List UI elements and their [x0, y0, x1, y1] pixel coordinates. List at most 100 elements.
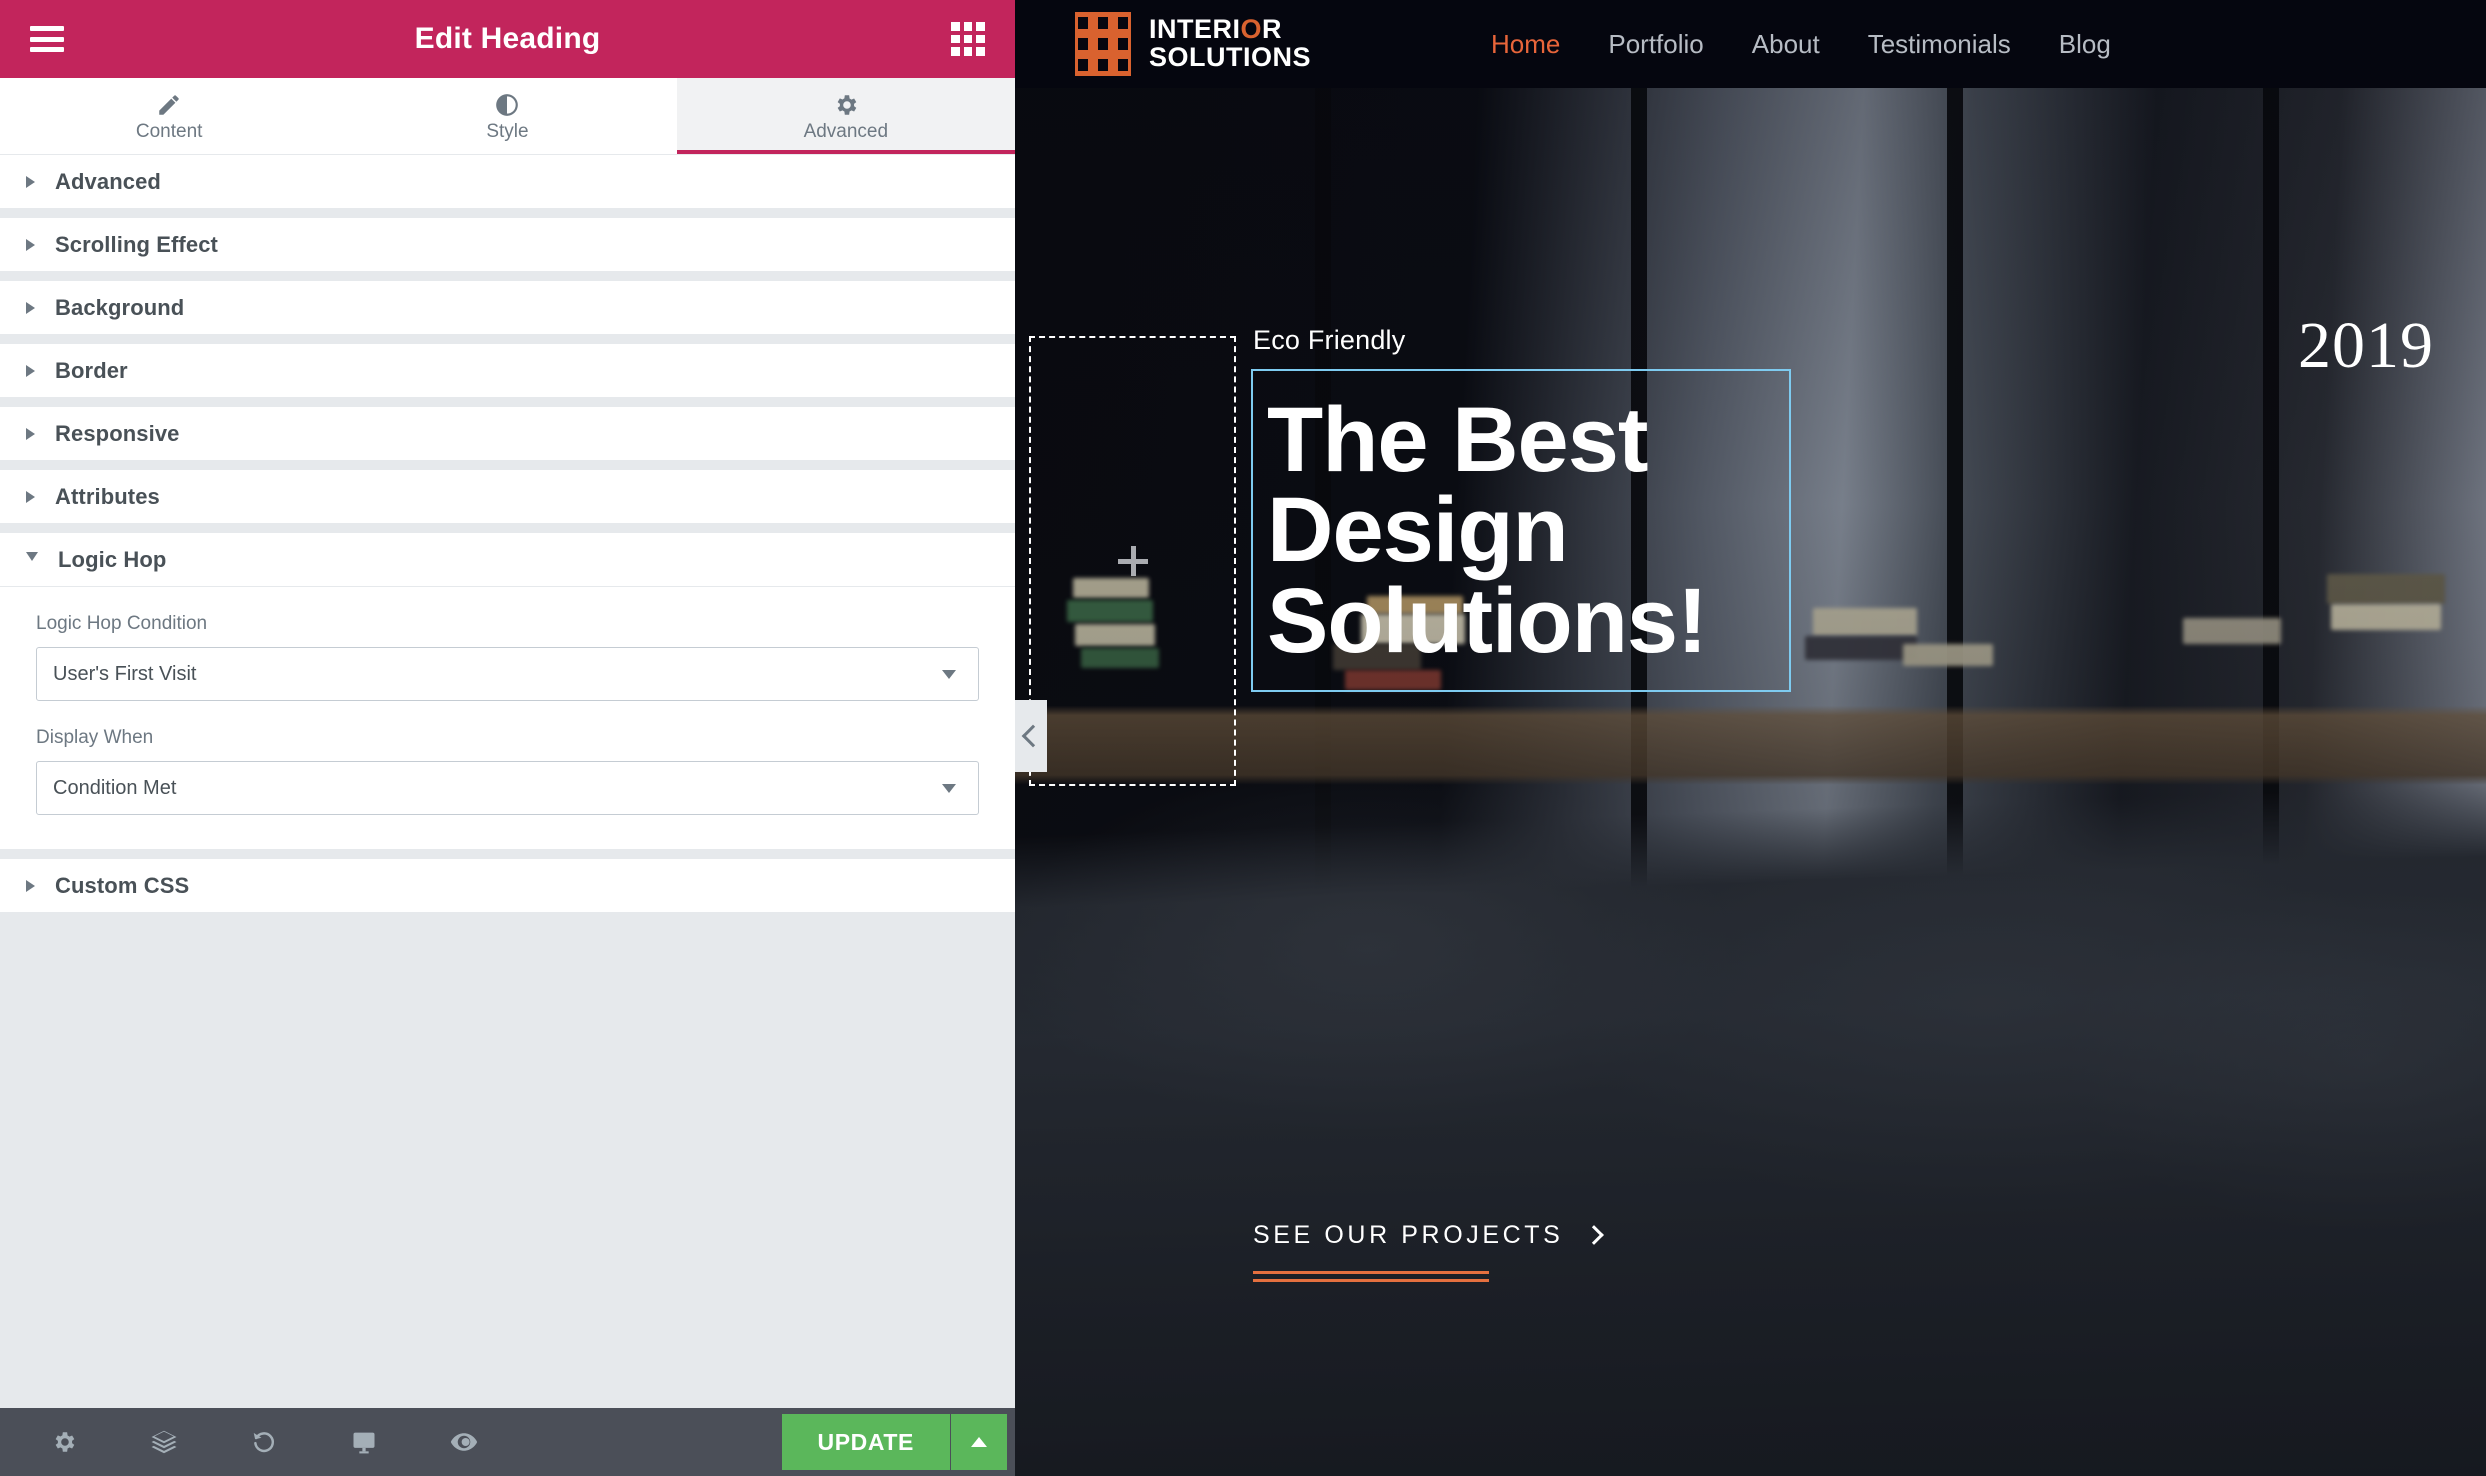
display-when-value: Condition Met	[53, 776, 177, 799]
empty-column-dropzone[interactable]	[1029, 336, 1236, 786]
site-preview: INTERIOR SOLUTIONS Home Portfolio About …	[1015, 0, 2486, 1476]
chevron-down-icon	[26, 552, 38, 567]
chevron-right-icon	[26, 427, 35, 440]
nav-item-portfolio[interactable]: Portfolio	[1608, 29, 1703, 60]
logic-hop-condition-label: Logic Hop Condition	[36, 613, 208, 634]
section-logic-hop: Logic Hop Logic Hop Condition User's Fir…	[0, 533, 1015, 859]
section-logic-hop-label: Logic Hop	[58, 546, 167, 572]
display-when-label: Display When	[36, 727, 154, 748]
section-logic-hop-header[interactable]: Logic Hop	[0, 533, 1015, 586]
logic-hop-body: Logic Hop Condition User's First Visit D…	[0, 586, 1015, 849]
desktop-icon[interactable]	[314, 1408, 414, 1476]
chevron-down-icon	[942, 783, 956, 793]
section-background: Background	[0, 281, 1015, 344]
site-header: INTERIOR SOLUTIONS Home Portfolio About …	[1015, 0, 2486, 88]
section-custom-css-label: Custom CSS	[55, 872, 190, 898]
tab-style-label: Style	[486, 120, 529, 142]
layers-icon[interactable]	[114, 1408, 214, 1476]
update-options-button[interactable]	[950, 1414, 1007, 1470]
logic-hop-condition-field: Logic Hop Condition User's First Visit	[36, 613, 979, 701]
display-when-select[interactable]: Condition Met	[36, 761, 979, 815]
chevron-down-icon	[942, 669, 956, 679]
hero-headline: The Best Design Solutions!	[1267, 389, 1708, 672]
tab-content-label: Content	[135, 120, 203, 142]
see-our-projects-link[interactable]: SEE OUR PROJECTS	[1253, 1221, 1605, 1282]
chevron-left-icon	[1021, 724, 1045, 748]
section-responsive-label: Responsive	[55, 420, 180, 446]
pencil-icon	[156, 92, 182, 118]
eye-icon[interactable]	[414, 1408, 514, 1476]
section-border-label: Border	[55, 357, 128, 383]
section-attributes-header[interactable]: Attributes	[0, 470, 1015, 523]
logo-line1-b: R	[1262, 14, 1283, 45]
panel-header: Edit Heading	[0, 0, 1015, 78]
logo-line1-a: INTERI	[1149, 14, 1241, 45]
tab-style[interactable]: Style	[338, 78, 676, 154]
page-title: Edit Heading	[414, 22, 601, 55]
settings-gear-icon[interactable]	[14, 1408, 114, 1476]
history-icon[interactable]	[214, 1408, 314, 1476]
chevron-right-icon	[1584, 1224, 1605, 1245]
chevron-right-icon	[26, 364, 35, 377]
section-custom-css-header[interactable]: Custom CSS	[0, 859, 1015, 912]
nav-item-about[interactable]: About	[1752, 29, 1820, 60]
hero-year: 2019	[2298, 309, 2434, 382]
cta-row: SEE OUR PROJECTS	[1253, 1221, 1605, 1250]
nav-item-home[interactable]: Home	[1491, 29, 1560, 60]
panel-footer: UPDATE	[0, 1408, 1015, 1476]
chevron-right-icon	[26, 238, 35, 251]
section-custom-css: Custom CSS	[0, 859, 1015, 922]
section-border: Border	[0, 344, 1015, 407]
section-attributes: Attributes	[0, 470, 1015, 533]
grid-icon[interactable]	[951, 22, 985, 56]
logo-wordmark: INTERIOR SOLUTIONS	[1149, 16, 1311, 71]
chevron-right-icon	[26, 175, 35, 188]
elementor-editor: Edit Heading Content Style Advanced Adva…	[0, 0, 2486, 1476]
section-scrolling-effect: Scrolling Effect	[0, 218, 1015, 281]
chevron-right-icon	[26, 879, 35, 892]
nav-item-testimonials[interactable]: Testimonials	[1868, 29, 2011, 60]
section-scrolling-effect-header[interactable]: Scrolling Effect	[0, 218, 1015, 271]
caret-up-icon	[971, 1437, 987, 1447]
heading-widget-selected[interactable]: The Best Design Solutions!	[1251, 369, 1791, 692]
hamburger-icon[interactable]	[30, 26, 64, 52]
update-button[interactable]: UPDATE	[781, 1414, 950, 1470]
panel-collapse-handle[interactable]	[1015, 700, 1047, 772]
tab-content[interactable]: Content	[0, 78, 338, 154]
display-when-field: Display When Condition Met	[36, 727, 979, 815]
tab-advanced[interactable]: Advanced	[676, 78, 1016, 154]
section-responsive-header[interactable]: Responsive	[0, 407, 1015, 460]
section-scrolling-effect-label: Scrolling Effect	[55, 231, 218, 257]
logic-hop-condition-select[interactable]: User's First Visit	[36, 647, 979, 701]
contrast-icon	[494, 92, 520, 118]
section-border-header[interactable]: Border	[0, 344, 1015, 397]
section-advanced: Advanced	[0, 155, 1015, 218]
cta-underline	[1253, 1271, 1489, 1282]
logo-line1-o: O	[1240, 14, 1263, 45]
footer-icon-group	[14, 1408, 782, 1476]
editor-panel: Edit Heading Content Style Advanced Adva…	[0, 0, 1016, 1476]
section-attributes-label: Attributes	[55, 483, 160, 509]
building-windows-icon	[1075, 12, 1131, 76]
site-nav: Home Portfolio About Testimonials Blog	[1491, 29, 2111, 60]
plus-icon[interactable]	[1117, 546, 1148, 576]
cta-label: SEE OUR PROJECTS	[1253, 1221, 1564, 1249]
logo-line2: SOLUTIONS	[1149, 42, 1312, 72]
panel-sections: Advanced Scrolling Effect Background Bor…	[0, 155, 1015, 1408]
tab-advanced-label: Advanced	[803, 120, 889, 142]
panel-tabs: Content Style Advanced	[0, 78, 1016, 155]
logic-hop-condition-value: User's First Visit	[53, 662, 197, 685]
section-advanced-header[interactable]: Advanced	[0, 155, 1015, 208]
site-logo[interactable]: INTERIOR SOLUTIONS	[1075, 12, 1311, 76]
nav-item-blog[interactable]: Blog	[2059, 29, 2111, 60]
update-button-group: UPDATE	[781, 1414, 1007, 1470]
section-advanced-label: Advanced	[55, 168, 161, 194]
hero-section: Eco Friendly 2019 The Best Design Soluti…	[1015, 88, 2486, 1476]
section-responsive: Responsive	[0, 407, 1015, 470]
gear-icon	[833, 92, 859, 118]
chevron-right-icon	[26, 301, 35, 314]
section-background-header[interactable]: Background	[0, 281, 1015, 334]
chevron-right-icon	[26, 490, 35, 503]
hero-eyebrow: Eco Friendly	[1253, 325, 1406, 355]
section-background-label: Background	[55, 294, 185, 320]
